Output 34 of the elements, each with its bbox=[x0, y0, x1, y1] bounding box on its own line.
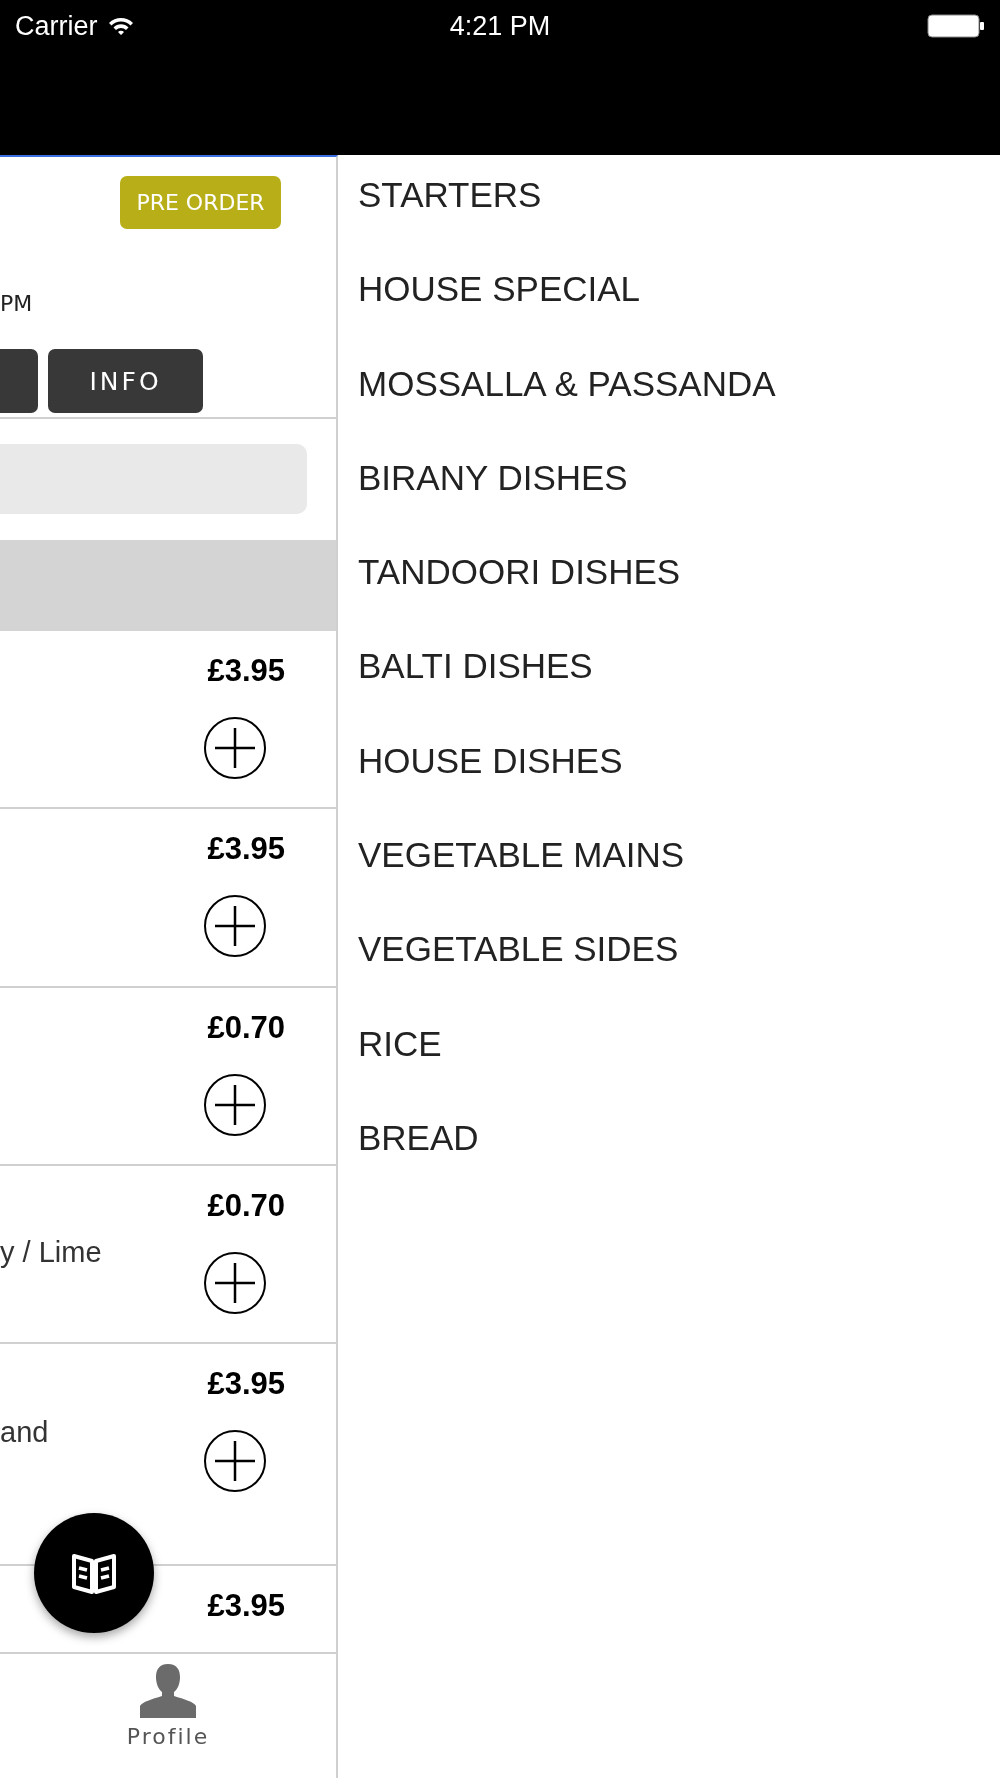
item-description: and bbox=[0, 1416, 49, 1448]
category-item[interactable]: VEGETABLE MAINS bbox=[358, 835, 685, 930]
add-icon[interactable] bbox=[203, 716, 267, 780]
profile-tab[interactable]: Profile bbox=[126, 1654, 210, 1778]
category-item[interactable]: TANDOORI DISHES bbox=[358, 552, 681, 647]
add-icon[interactable] bbox=[203, 1251, 267, 1315]
clock-text: 4:21 PM bbox=[449, 10, 551, 42]
book-icon bbox=[71, 1551, 117, 1595]
add-icon[interactable] bbox=[203, 894, 267, 958]
menu-button[interactable] bbox=[34, 1513, 154, 1633]
item-price: £3.95 bbox=[207, 1588, 285, 1624]
item-price: £0.70 bbox=[207, 1010, 285, 1046]
category-item[interactable]: STARTERS bbox=[358, 175, 542, 270]
item-price: £3.95 bbox=[207, 1366, 285, 1402]
category-item[interactable]: BREAD bbox=[358, 1117, 479, 1213]
category-item[interactable]: BIRANY DISHES bbox=[358, 457, 628, 553]
add-icon[interactable] bbox=[203, 1073, 267, 1137]
hours-text: PM bbox=[0, 291, 33, 316]
category-item[interactable]: HOUSE SPECIAL bbox=[358, 269, 641, 364]
carrier-text: Carrier bbox=[15, 10, 98, 42]
item-price: £3.95 bbox=[207, 653, 285, 689]
category-item[interactable]: RICE bbox=[358, 1023, 442, 1118]
battery-icon bbox=[927, 14, 985, 38]
category-item[interactable]: BALTI DISHES bbox=[358, 646, 593, 741]
item-description: y / Lime bbox=[0, 1236, 102, 1268]
person-icon bbox=[137, 1662, 199, 1720]
item-price: £0.70 bbox=[207, 1188, 285, 1224]
item-price: £3.95 bbox=[207, 831, 285, 867]
category-item[interactable]: MOSSALLA & PASSANDA bbox=[358, 363, 776, 458]
wifi-icon bbox=[107, 16, 134, 36]
category-item[interactable]: HOUSE DISHES bbox=[358, 740, 623, 836]
info-tab[interactable]: INFO bbox=[48, 349, 203, 413]
category-item[interactable]: VEGETABLE SIDES bbox=[358, 929, 679, 1024]
add-icon[interactable] bbox=[203, 1429, 267, 1493]
